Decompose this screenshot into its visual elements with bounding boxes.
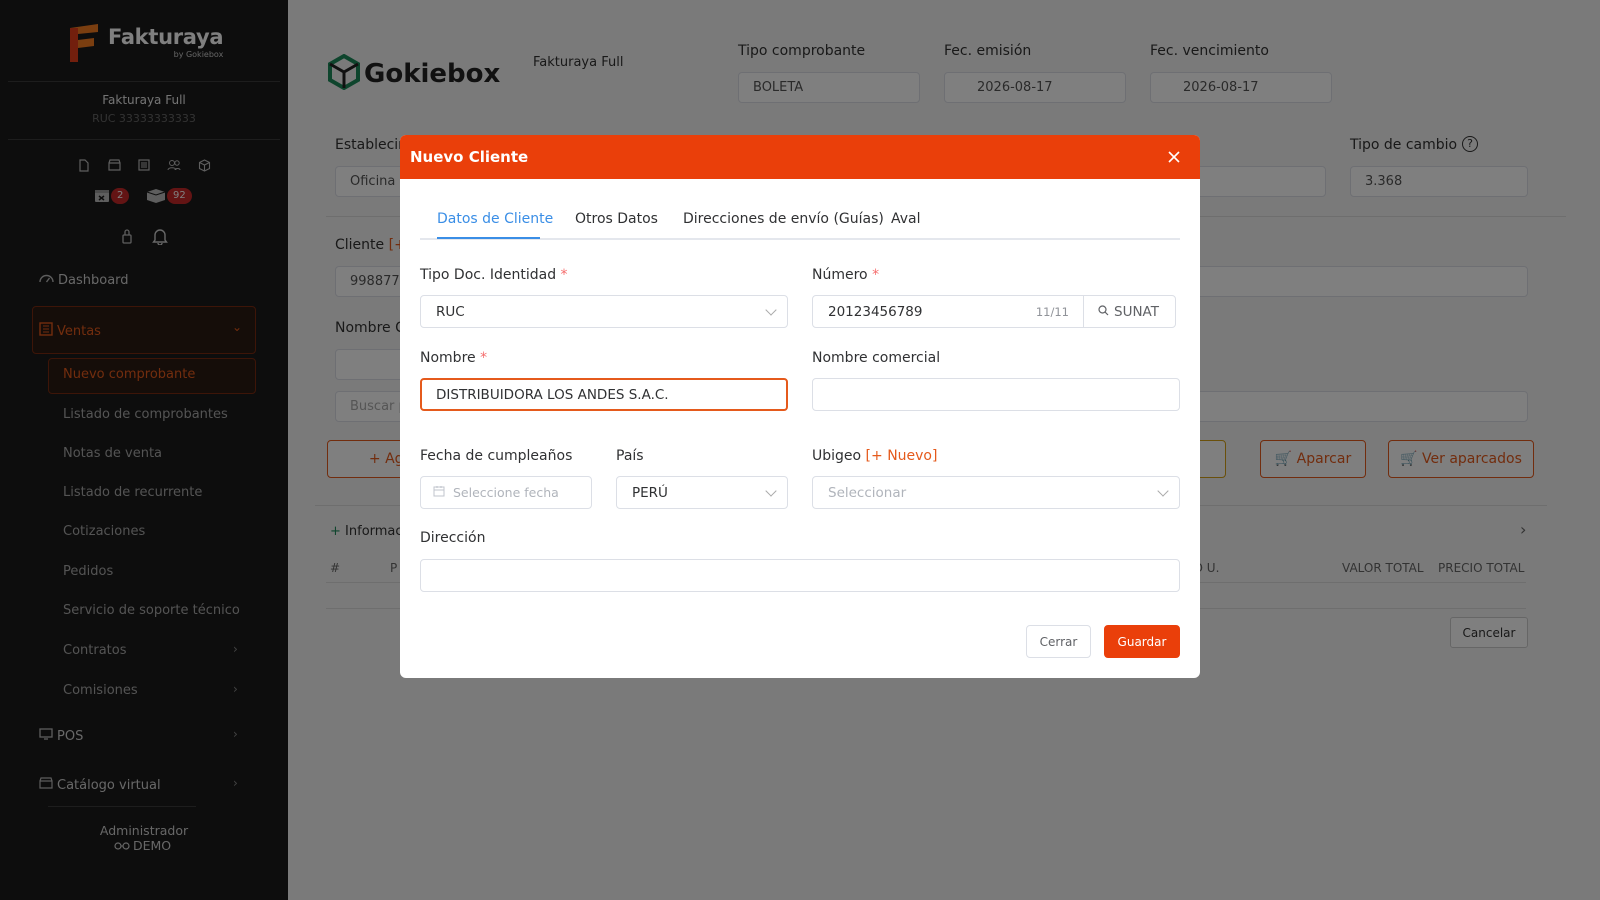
tipo-doc-label: Tipo Doc. Identidad * bbox=[420, 267, 568, 283]
nombre-comercial-input[interactable] bbox=[812, 378, 1180, 411]
sunat-button[interactable]: SUNAT bbox=[1083, 295, 1176, 328]
tab-active-indicator bbox=[437, 237, 540, 239]
pais-select[interactable]: PERÚ bbox=[616, 476, 788, 509]
numero-label: Número * bbox=[812, 267, 880, 283]
nuevo-cliente-modal: Nuevo Cliente Datos de Cliente Otros Dat… bbox=[400, 135, 1200, 678]
fecha-cumpleanos-label: Fecha de cumpleaños bbox=[420, 448, 573, 464]
cerrar-button[interactable]: Cerrar bbox=[1026, 625, 1091, 658]
numero-input[interactable]: 20123456789 11/11 bbox=[812, 295, 1084, 328]
nombre-value: DISTRIBUIDORA LOS ANDES S.A.C. bbox=[436, 386, 669, 403]
fecha-cumpleanos-input[interactable]: Seleccione fecha bbox=[420, 476, 592, 509]
chevron-down-icon bbox=[765, 485, 777, 497]
modal-title: Nuevo Cliente bbox=[410, 148, 529, 166]
guardar-button[interactable]: Guardar bbox=[1104, 625, 1180, 658]
tipo-doc-select[interactable]: RUC bbox=[420, 295, 788, 328]
tab-datos-cliente[interactable]: Datos de Cliente bbox=[437, 211, 553, 227]
modal-header: Nuevo Cliente bbox=[400, 135, 1200, 179]
tab-aval[interactable]: Aval bbox=[891, 211, 921, 227]
pais-label: País bbox=[616, 448, 644, 464]
nombre-label: Nombre * bbox=[420, 350, 488, 366]
tipo-doc-value: RUC bbox=[436, 303, 465, 320]
ubigeo-label: Ubigeo [+ Nuevo] bbox=[812, 448, 938, 464]
direccion-label: Dirección bbox=[420, 530, 486, 546]
numero-char-count: 11/11 bbox=[1035, 304, 1069, 319]
pais-value: PERÚ bbox=[632, 484, 668, 501]
nombre-input[interactable]: DISTRIBUIDORA LOS ANDES S.A.C. bbox=[420, 378, 788, 411]
chevron-down-icon bbox=[1157, 485, 1169, 497]
close-icon[interactable] bbox=[1168, 149, 1184, 165]
ubigeo-placeholder: Seleccionar bbox=[828, 484, 907, 501]
direccion-input[interactable] bbox=[420, 559, 1180, 592]
sunat-label: SUNAT bbox=[1114, 303, 1159, 320]
ubigeo-nuevo-link[interactable]: [+ Nuevo] bbox=[866, 448, 938, 464]
chevron-down-icon bbox=[765, 304, 777, 316]
search-icon bbox=[1098, 304, 1109, 320]
numero-value: 20123456789 bbox=[828, 303, 923, 320]
nombre-comercial-label: Nombre comercial bbox=[812, 350, 941, 366]
calendar-icon bbox=[433, 485, 445, 501]
fecha-placeholder: Seleccione fecha bbox=[453, 485, 559, 500]
tab-otros-datos[interactable]: Otros Datos bbox=[575, 211, 658, 227]
tab-direcciones-envio[interactable]: Direcciones de envío (Guías) bbox=[683, 211, 884, 227]
ubigeo-select[interactable]: Seleccionar bbox=[812, 476, 1180, 509]
